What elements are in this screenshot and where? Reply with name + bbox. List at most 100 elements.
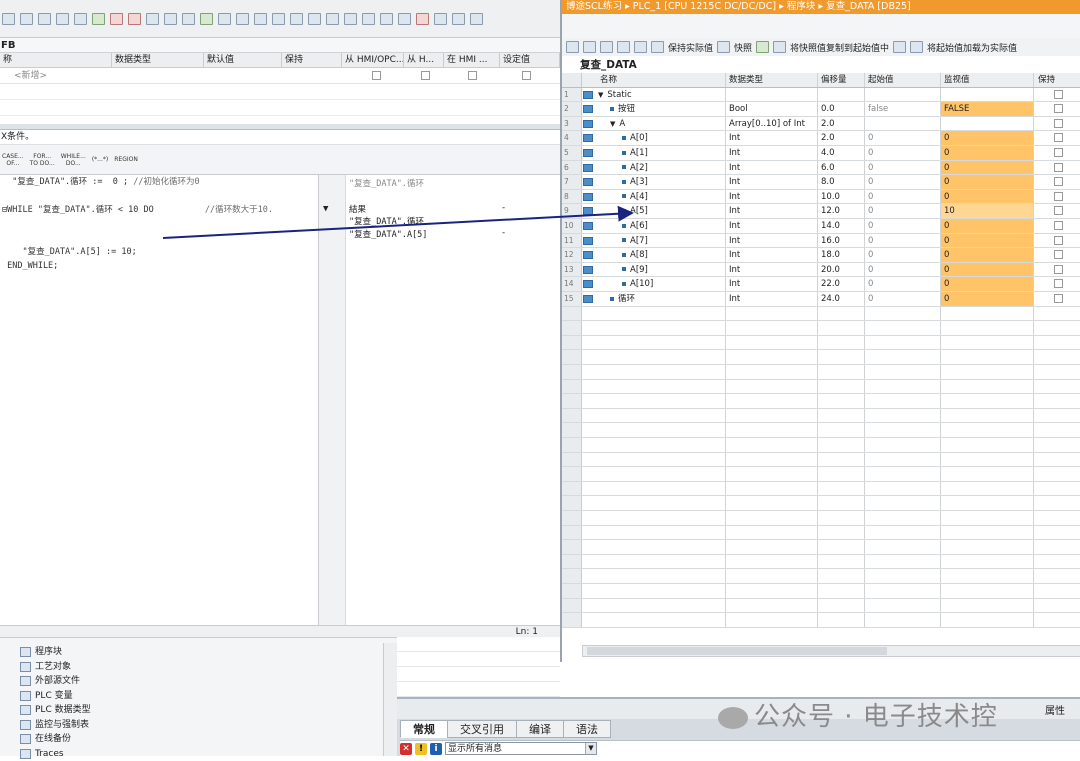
db-row[interactable]: 1 ▼ Static [562, 87, 1080, 103]
retain-cell[interactable] [1034, 161, 1080, 175]
toolbar-icon-15[interactable] [254, 12, 267, 25]
retain-checkbox[interactable] [1053, 104, 1063, 114]
retain-checkbox[interactable] [1053, 133, 1063, 143]
tree-item[interactable]: 在线备份 [20, 732, 71, 746]
name-cell[interactable]: A[10] [594, 277, 726, 291]
retain-cell[interactable] [1034, 263, 1080, 277]
tree-scrollbar[interactable] [383, 643, 397, 756]
retain-checkbox[interactable] [1053, 235, 1063, 245]
toolbar-icon-5[interactable] [74, 12, 87, 25]
start-value-cell[interactable]: 0 [865, 131, 941, 145]
retain-cell[interactable] [1034, 131, 1080, 145]
retain-cell[interactable] [1034, 204, 1080, 218]
retain-checkbox[interactable] [1053, 264, 1063, 274]
db-tool-icon-9[interactable] [893, 41, 907, 53]
retain-checkbox[interactable] [1053, 191, 1063, 201]
db-tool-icon-3[interactable] [600, 41, 613, 53]
toolbar-icon-17[interactable] [290, 12, 303, 25]
tree-item[interactable]: PLC 变量 [20, 689, 73, 703]
db-row[interactable]: 13 A[9] Int 20.0 0 0 [562, 262, 1080, 278]
db-tool-icon-5[interactable] [634, 41, 647, 53]
start-value-cell[interactable]: false [865, 102, 941, 116]
name-cell[interactable]: A[2] [594, 160, 726, 175]
toolbar-icon-14[interactable] [236, 12, 249, 25]
toolbar-icon-1[interactable] [2, 12, 15, 25]
toolbar-icon-12[interactable] [200, 12, 213, 25]
instruction-button[interactable]: REGION [112, 155, 140, 164]
db-tool-icon-6[interactable] [651, 41, 664, 53]
retain-cell[interactable] [1034, 190, 1080, 204]
tree-item[interactable]: PLC 数据类型 [20, 703, 91, 717]
toolbar-icon-27[interactable] [470, 12, 483, 25]
interface-checkbox[interactable] [372, 71, 381, 80]
start-value-cell[interactable]: 0 [865, 292, 941, 306]
tree-item[interactable]: 监控与强制表 [20, 718, 89, 732]
snapshot-button[interactable]: 快照 [734, 41, 752, 54]
name-cell[interactable]: A[5] [594, 204, 726, 218]
name-cell[interactable]: 按钮 [594, 102, 726, 116]
db-row[interactable]: 12 A[8] Int 18.0 0 0 [562, 248, 1080, 263]
toolbar-icon-19[interactable] [326, 12, 339, 25]
retain-cell[interactable] [1034, 292, 1080, 306]
retain-checkbox[interactable] [1053, 148, 1063, 157]
db-scroll-thumb[interactable] [587, 647, 887, 655]
retain-cell[interactable] [1034, 248, 1080, 262]
code-editor[interactable]: "复查_DATA".循环 := 0 ; //初始化循环为0 ⊟WHILE "复查_… [0, 175, 318, 625]
inspector-tab[interactable]: 语法 [563, 720, 611, 738]
start-value-cell[interactable]: 0 [865, 219, 941, 233]
db-row[interactable]: 15 循环 Int 24.0 0 0 [562, 292, 1080, 307]
toolbar-icon-3[interactable] [38, 12, 51, 25]
retain-checkbox[interactable] [1053, 177, 1063, 187]
retain-checkbox[interactable] [1053, 206, 1063, 216]
toolbar-icon-10[interactable] [164, 12, 177, 25]
retain-cell[interactable] [1034, 88, 1080, 102]
start-value-cell[interactable]: 0 [865, 233, 941, 248]
toolbar-icon-6[interactable] [92, 12, 105, 25]
db-tool-icon-1[interactable] [566, 41, 579, 53]
db-tool-icon-7[interactable] [756, 41, 770, 53]
name-cell[interactable]: A[0] [594, 131, 726, 145]
toolbar-icon-16[interactable] [272, 12, 285, 25]
retain-cell[interactable] [1034, 277, 1080, 291]
start-value-cell[interactable] [865, 116, 941, 131]
toolbar-icon-9[interactable] [146, 12, 159, 25]
retain-checkbox[interactable] [1053, 250, 1063, 260]
db-row[interactable]: 8 A[4] Int 10.0 0 0 [562, 189, 1080, 205]
tree-item[interactable]: Traces [20, 747, 64, 761]
start-value-cell[interactable]: 0 [865, 189, 941, 204]
toolbar-icon-2[interactable] [20, 12, 33, 25]
retain-checkbox[interactable] [1053, 89, 1063, 99]
toolbar-icon-22[interactable] [380, 12, 393, 25]
retain-cell[interactable] [1034, 234, 1080, 248]
toolbar-icon-18[interactable] [308, 12, 321, 25]
toolbar-icon-25[interactable] [434, 12, 447, 25]
db-row[interactable]: 14 A[10] Int 22.0 0 0 [562, 277, 1080, 292]
db-row[interactable]: 6 A[2] Int 6.0 0 0 [562, 160, 1080, 176]
instruction-button[interactable]: CASE... OF... [0, 152, 26, 168]
interface-new-row[interactable]: <新增> [0, 68, 560, 84]
name-cell[interactable]: A[1] [594, 146, 726, 160]
interface-checkbox[interactable] [522, 71, 531, 80]
start-value-cell[interactable]: 0 [865, 277, 941, 291]
name-cell[interactable]: ▼ Static [594, 87, 726, 102]
info-icon[interactable]: i [430, 742, 442, 755]
retain-checkbox[interactable] [1053, 221, 1063, 230]
toolbar-icon-13[interactable] [218, 12, 231, 25]
retain-cell[interactable] [1034, 175, 1080, 189]
retain-cell[interactable] [1034, 219, 1080, 233]
inspector-tab[interactable]: 交叉引用 [447, 720, 517, 738]
expand-icon[interactable]: ▼ [598, 91, 603, 99]
retain-cell[interactable] [1034, 117, 1080, 131]
db-row[interactable]: 9 A[5] Int 12.0 0 10 [562, 204, 1080, 219]
tree-item[interactable]: 工艺对象 [20, 660, 71, 674]
start-value-cell[interactable]: 0 [865, 175, 941, 189]
toolbar-icon-20[interactable] [344, 12, 357, 25]
tree-item[interactable]: 程序块 [20, 645, 62, 659]
message-filter-select[interactable]: 显示所有消息 ▼ [445, 742, 597, 755]
toolbar-icon-23[interactable] [398, 12, 411, 25]
inspector-tab[interactable]: 常规 [400, 720, 448, 738]
retain-checkbox[interactable] [1053, 118, 1063, 128]
keep-actual-button[interactable]: 保持实际值 [668, 41, 713, 54]
toolbar-icon-7[interactable] [110, 12, 123, 25]
new-row-label[interactable]: <新增> [0, 68, 47, 83]
